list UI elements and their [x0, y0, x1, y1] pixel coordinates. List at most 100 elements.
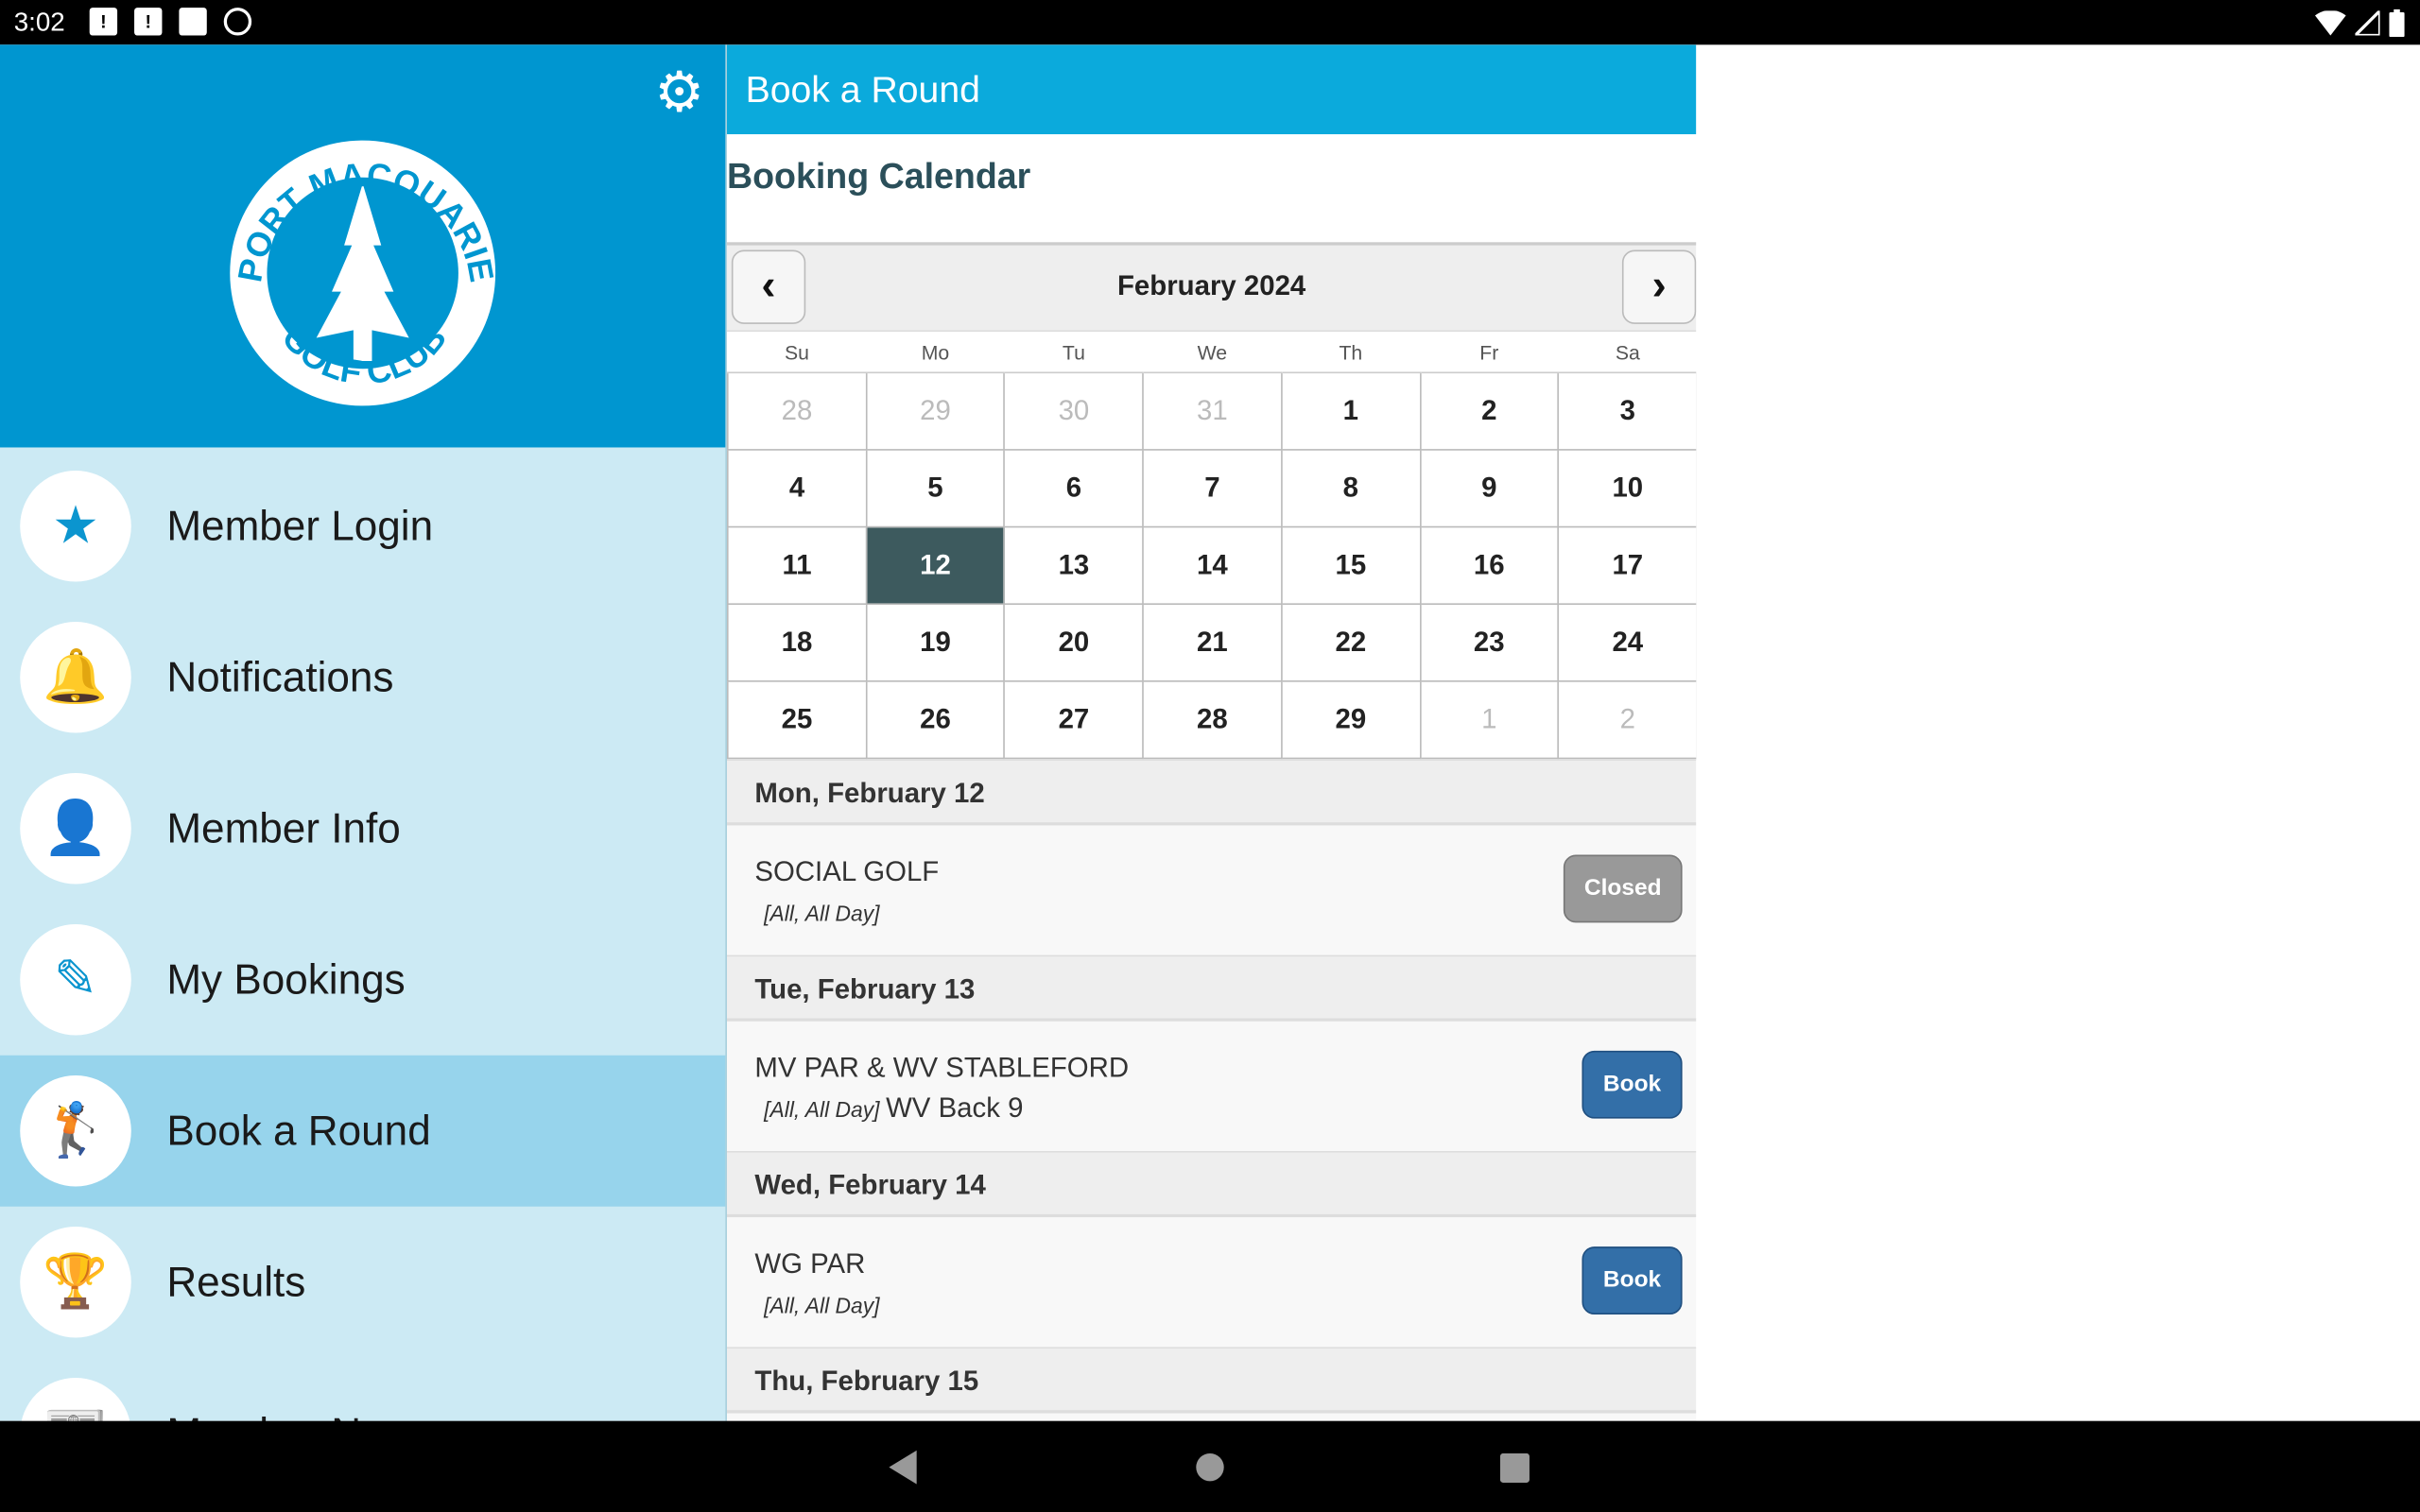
closed-button[interactable]: Closed [1563, 854, 1683, 923]
sidebar-item-label: Member Info [166, 804, 401, 851]
calendar-day[interactable]: 1 [1419, 679, 1560, 760]
club-logo: PORT MACQUARIE GOLF CLUB [230, 140, 498, 406]
event-scope: [All, All Day] [764, 1293, 880, 1318]
event-item: SOCIAL GOLF [All, All Day] Closed [726, 825, 1697, 955]
calendar-day[interactable]: 28 [1142, 679, 1283, 760]
status-bar: 3:02 ! ! [0, 0, 2420, 45]
app-root: 3:02 ! ! ⚙ PORT MACQUARIE GOLF CLUB ★ Mem [0, 0, 2420, 1512]
sidebar-item-member-login[interactable]: ★ Member Login [0, 451, 725, 602]
calendar-day[interactable]: 30 [1003, 371, 1144, 451]
sidebar-item-label: Results [166, 1258, 306, 1305]
battery-icon [2389, 9, 2405, 38]
calendar-day[interactable]: 21 [1142, 603, 1283, 682]
calendar-day[interactable]: 1 [1280, 371, 1421, 451]
calendar-day[interactable]: 19 [865, 603, 1006, 682]
app-bar: Book a Round [726, 44, 1697, 135]
calendar-day[interactable]: 8 [1280, 449, 1421, 528]
weekday-label: Fr [1420, 332, 1559, 374]
sidebar-item-notifications[interactable]: 🔔 Notifications [0, 602, 725, 753]
sidebar-item-results[interactable]: 🏆 Results [0, 1207, 725, 1358]
sidebar-item-label: Member Login [166, 502, 434, 549]
calendar-day[interactable]: 11 [726, 525, 868, 605]
person-icon: 👤 [20, 772, 131, 885]
status-time: 3:02 [13, 8, 65, 38]
event-item: WG PAR [All, All Day] Book [726, 1217, 1697, 1348]
settings-gear-icon[interactable]: ⚙ [654, 60, 704, 126]
calendar-day[interactable]: 5 [865, 449, 1006, 528]
calendar-day[interactable]: 26 [865, 679, 1006, 760]
calendar-day[interactable]: 10 [1557, 449, 1697, 528]
golfer-icon: 🏌 [20, 1074, 131, 1187]
calendar-day[interactable]: 24 [1557, 603, 1697, 682]
calendar-day[interactable]: 22 [1280, 603, 1421, 682]
calendar-day[interactable]: 14 [1142, 525, 1283, 605]
calendar-day[interactable]: 27 [1003, 679, 1144, 760]
calendar-day[interactable]: 6 [1003, 449, 1144, 528]
sync-icon [223, 8, 252, 36]
book-button[interactable]: Book [1582, 1050, 1683, 1119]
calendar-day[interactable]: 17 [1557, 525, 1697, 605]
page-title: Book a Round [745, 69, 980, 112]
event-scope: [All, All Day] [764, 901, 880, 926]
event-item [726, 1413, 1697, 1421]
weekday-label: Th [1281, 332, 1421, 374]
calendar-header: ‹ February 2024 › [726, 242, 1697, 333]
calendar-day[interactable]: 7 [1142, 449, 1283, 528]
bell-icon: 🔔 [20, 621, 131, 733]
alert-notification-icon: ! [89, 8, 118, 36]
back-icon[interactable] [889, 1450, 917, 1485]
event-name: MV PAR & WV STABLEFORD [754, 1052, 1130, 1084]
calendar-day[interactable]: 15 [1280, 525, 1421, 605]
weekday-label: Su [727, 332, 867, 374]
calendar-month: February 2024 [1116, 269, 1306, 301]
recents-icon[interactable] [1499, 1452, 1530, 1483]
event-list: Mon, February 12 SOCIAL GOLF [All, All D… [726, 759, 1697, 1421]
calendar-day[interactable]: 3 [1557, 371, 1697, 451]
calendar-day-selected[interactable]: 12 [865, 525, 1006, 605]
event-name: WG PAR [754, 1247, 866, 1280]
calendar-day[interactable]: 23 [1419, 603, 1560, 682]
trophy-icon: 🏆 [20, 1226, 131, 1338]
calendar-day[interactable]: 18 [726, 603, 868, 682]
calendar-day[interactable]: 2 [1557, 679, 1697, 760]
map-pin-star-icon: ★ [20, 470, 131, 582]
calendar-day[interactable]: 31 [1142, 371, 1283, 451]
sidebar-item-label: My Bookings [166, 955, 406, 1003]
calendar-day[interactable]: 20 [1003, 603, 1144, 682]
sidebar-item-my-bookings[interactable]: ✎ My Bookings [0, 904, 725, 1056]
calendar-day[interactable]: 29 [1280, 679, 1421, 760]
booking-calendar-heading: Booking Calendar [726, 155, 1031, 197]
calendar-day[interactable]: 2 [1419, 371, 1560, 451]
calendar-grid: Su Mo Tu We Th Fr Sa 28 29 30 31 1 2 3 4 5 6 7 8 9 10 11 12 13 1… [726, 332, 1697, 760]
day-header: Mon, February 12 [726, 759, 1697, 826]
drawer-menu: ★ Member Login 🔔 Notifications 👤 Member Info ✎… [0, 451, 726, 1509]
weekday-label: We [1143, 332, 1282, 374]
calendar-day[interactable]: 16 [1419, 525, 1560, 605]
next-month-button[interactable]: › [1621, 249, 1697, 324]
calendar-day[interactable]: 9 [1419, 449, 1560, 528]
event-name: SOCIAL GOLF [754, 856, 940, 887]
home-icon[interactable] [1195, 1452, 1226, 1483]
calendar-day[interactable]: 25 [726, 679, 868, 760]
weekday-label: Sa [1558, 332, 1697, 374]
alert-notification-icon: ! [134, 8, 163, 36]
calendar-day[interactable]: 13 [1003, 525, 1144, 605]
calendar-day[interactable]: 4 [726, 449, 868, 528]
event-item: MV PAR & WV STABLEFORD [All, All Day] WV … [726, 1021, 1697, 1151]
wifi-icon [2314, 10, 2346, 36]
system-nav-bar [0, 1420, 2420, 1512]
sidebar-item-label: Notifications [166, 653, 394, 700]
event-scope: [All, All Day] [764, 1096, 880, 1122]
sidebar-item-book-a-round[interactable]: 🏌 Book a Round [0, 1055, 726, 1207]
sidebar-item-member-info[interactable]: 👤 Member Info [0, 753, 725, 904]
calendar-day[interactable]: 29 [865, 371, 1006, 451]
navigation-drawer: ⚙ PORT MACQUARIE GOLF CLUB ★ Member Login… [0, 44, 727, 1489]
sidebar-item-label: Book a Round [166, 1107, 431, 1154]
weekday-label: Mo [866, 332, 1005, 374]
edit-icon: ✎ [20, 923, 131, 1036]
book-button[interactable]: Book [1582, 1246, 1683, 1315]
event-extra: WV Back 9 [886, 1091, 1024, 1124]
calendar-day[interactable]: 28 [726, 371, 868, 451]
day-header: Tue, February 13 [726, 954, 1697, 1022]
sd-card-icon [179, 8, 207, 36]
